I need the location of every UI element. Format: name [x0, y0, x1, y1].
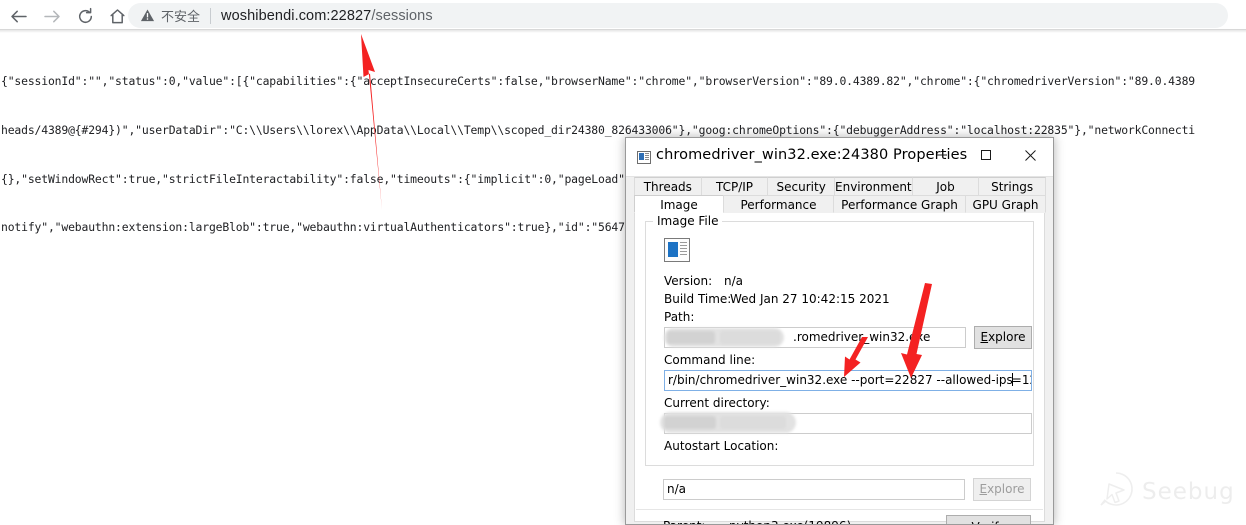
seebug-logo-icon: [1096, 470, 1136, 515]
tab-image[interactable]: Image: [634, 195, 724, 213]
json-line: {},"setWindowRect":true,"strictFileInter…: [1, 171, 1041, 186]
seebug-watermark-text: Seebug: [1142, 479, 1235, 505]
json-response-body: {"sessionId":"","status":0,"value":[{"ca…: [1, 41, 1246, 252]
warning-triangle-icon[interactable]: [140, 8, 155, 23]
build-time-value: Wed Jan 27 10:42:15 2021: [730, 292, 890, 306]
autostart-explore-button: Explore: [973, 478, 1031, 501]
reload-button[interactable]: [75, 6, 95, 26]
address-bar-host: woshibendi.com:22827: [221, 7, 372, 24]
browser-toolbar: 不安全 woshibendi.com:22827/sessions: [0, 0, 1246, 30]
json-line: notify","webauthn:extension:largeBlob":t…: [1, 220, 840, 235]
tab-performance-graph[interactable]: Performance Graph: [833, 195, 966, 213]
version-label: Version:: [664, 274, 713, 288]
current-directory-label: Current directory:: [664, 396, 770, 410]
process-properties-window: chromedriver_win32.exe:24380 Properties …: [625, 137, 1054, 525]
verify-button[interactable]: Verify: [946, 515, 1031, 524]
command-line-value-tail: =127.0.0.1,10.0.7: [1011, 373, 1031, 387]
autostart-location-label: Autostart Location:: [664, 439, 779, 453]
autostart-location-input[interactable]: n/a: [663, 479, 965, 500]
current-directory-redaction: [660, 412, 796, 433]
properties-tabstrip: Threads TCP/IP Security Environment Job …: [626, 177, 1053, 214]
parent-label: Parent:: [663, 519, 705, 524]
close-icon: [1024, 149, 1037, 165]
command-line-value: r/bin/chromedriver_win32.exe --port=2282…: [668, 373, 1013, 387]
address-bar-text: woshibendi.com:22827/sessions: [221, 8, 433, 24]
tab-row-secondary: Threads TCP/IP Security Environment Job …: [634, 177, 1046, 195]
section-divider: [636, 509, 1043, 510]
tab-performance[interactable]: Performance: [723, 195, 834, 213]
minimize-icon: [936, 149, 948, 164]
file-icon-lines: [680, 242, 687, 257]
path-redaction: [664, 328, 784, 347]
image-file-group: Image File Version: n/a Build Time: Wed …: [645, 214, 1034, 466]
autostart-location-value: n/a: [667, 482, 687, 496]
home-icon: [108, 7, 127, 26]
image-file-legend: Image File: [653, 214, 723, 228]
path-label: Path:: [664, 310, 695, 324]
tab-environment[interactable]: Environment: [834, 177, 913, 195]
address-bar[interactable]: 不安全 woshibendi.com:22827/sessions: [128, 3, 1228, 28]
home-button[interactable]: [107, 6, 127, 26]
executable-file-icon: [664, 238, 690, 262]
address-bar-path: /sessions: [371, 7, 433, 24]
forward-button[interactable]: [42, 6, 62, 26]
arrow-left-icon: [9, 7, 28, 26]
maximize-icon: [980, 149, 992, 164]
image-tab-panel: Image File Version: n/a Build Time: Wed …: [634, 213, 1045, 524]
tab-job[interactable]: Job: [911, 177, 980, 195]
json-line: {"sessionId":"","status":0,"value":[{"ca…: [1, 74, 1195, 89]
path-explore-button[interactable]: EExplorexplore: [974, 326, 1032, 349]
tab-strings[interactable]: Strings: [978, 177, 1046, 195]
close-button[interactable]: [1008, 138, 1052, 175]
tab-row-primary: Image Performance Performance Graph GPU …: [634, 195, 1046, 213]
security-status-label: 不安全: [161, 10, 201, 25]
tab-threads[interactable]: Threads: [634, 177, 702, 195]
tab-tcpip[interactable]: TCP/IP: [700, 177, 769, 195]
application-icon: [637, 151, 651, 164]
maximize-button[interactable]: [964, 138, 1008, 175]
version-value: n/a: [724, 274, 744, 288]
tab-security[interactable]: Security: [767, 177, 836, 195]
reload-icon: [76, 7, 95, 26]
toolbar-shadow: [0, 30, 1246, 33]
minimize-button[interactable]: [920, 138, 964, 175]
arrow-right-icon: [43, 7, 62, 26]
parent-value: python3.exe(19896): [729, 519, 851, 524]
seebug-watermark: Seebug: [1096, 469, 1236, 515]
build-time-label: Build Time:: [664, 292, 732, 306]
command-line-label: Command line:: [664, 353, 756, 367]
back-button[interactable]: [8, 6, 28, 26]
file-icon-page: [668, 242, 678, 257]
window-titlebar[interactable]: chromedriver_win32.exe:24380 Properties: [626, 138, 1053, 177]
command-line-input[interactable]: r/bin/chromedriver_win32.exe --port=2282…: [664, 370, 1032, 391]
omnibox-divider: [210, 7, 212, 24]
tab-gpu-graph[interactable]: GPU Graph: [965, 195, 1046, 213]
json-line: heads/4389@{#294})","userDataDir":"C:\\U…: [1, 123, 1195, 137]
